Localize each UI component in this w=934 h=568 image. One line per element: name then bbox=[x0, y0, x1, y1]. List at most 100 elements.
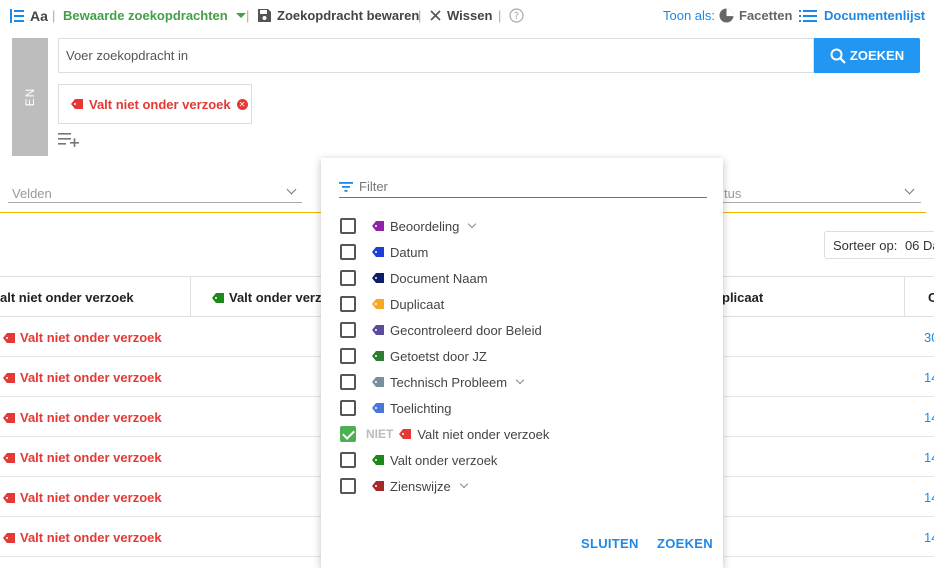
sort-label: Sorteer op: bbox=[833, 238, 898, 253]
row-tag-cell: Valt niet onder verzoek bbox=[3, 450, 162, 465]
save-search-button[interactable]: Zoekopdracht bewaren bbox=[258, 8, 419, 23]
svg-text:?: ? bbox=[514, 11, 519, 22]
column-header[interactable]: plicaat bbox=[722, 290, 763, 305]
tag-icon bbox=[372, 273, 384, 283]
option-label: Technisch Probleem bbox=[390, 374, 508, 390]
tag-icon bbox=[372, 455, 384, 465]
column-header[interactable]: alt niet onder verzoek bbox=[0, 290, 134, 305]
tag-icon bbox=[3, 492, 15, 503]
tag-option[interactable]: Datum bbox=[340, 244, 428, 260]
tag-filter-panel: Filter Beoordeling Datum Document Naam Dupl… bbox=[321, 158, 723, 568]
status-label: tus bbox=[724, 186, 742, 201]
option-label: Datum bbox=[390, 244, 429, 260]
tag-icon bbox=[3, 372, 15, 383]
option-label: Toelichting bbox=[390, 400, 452, 416]
clear-button[interactable]: Wissen bbox=[430, 8, 492, 23]
option-checkbox[interactable] bbox=[340, 348, 356, 364]
tag-option[interactable]: Technisch Probleem bbox=[340, 374, 525, 390]
sort-select[interactable]: Sorteer op: 06 Da bbox=[824, 231, 934, 259]
status-select[interactable] bbox=[715, 183, 921, 203]
option-checkbox[interactable] bbox=[340, 400, 356, 416]
chevron-down-icon[interactable] bbox=[468, 219, 477, 229]
tag-icon bbox=[3, 412, 15, 423]
show-as-label: Toon als: bbox=[663, 8, 716, 23]
tag-option[interactable]: Gecontroleerd door Beleid bbox=[340, 322, 542, 338]
tag-option[interactable]: Zienswijze bbox=[340, 478, 468, 494]
language-label: EN bbox=[23, 87, 37, 107]
column-header[interactable]: C bbox=[928, 290, 934, 305]
tag-icon bbox=[372, 247, 384, 257]
row-number-link[interactable]: 30 bbox=[924, 330, 934, 345]
tag-icon bbox=[212, 292, 224, 303]
help-button[interactable]: ? bbox=[509, 8, 524, 23]
option-checkbox[interactable] bbox=[340, 322, 356, 338]
tag-option[interactable]: Valt onder verzoek bbox=[340, 452, 497, 468]
tag-icon bbox=[3, 532, 15, 543]
saved-searches-dropdown[interactable]: Bewaarde zoekopdrachten bbox=[63, 8, 247, 23]
list-format-icon bbox=[10, 9, 24, 23]
option-label: Valt niet onder verzoek bbox=[417, 426, 550, 442]
tag-option[interactable]: Document Naam bbox=[340, 270, 488, 286]
top-toolbar: Aa | Bewaarde zoekopdrachten | Zoekopdra… bbox=[0, 0, 934, 32]
row-number-link[interactable]: 14 bbox=[924, 450, 934, 465]
tag-option[interactable]: NIET Valt niet onder verzoek bbox=[340, 426, 549, 442]
save-search-label: Zoekopdracht bewaren bbox=[277, 8, 420, 23]
row-number-link[interactable]: 14 bbox=[924, 370, 934, 385]
option-checkbox[interactable] bbox=[340, 426, 356, 442]
search-input[interactable]: Voer zoekopdracht in bbox=[58, 38, 814, 73]
list-icon bbox=[799, 9, 817, 22]
tag-icon bbox=[372, 325, 384, 335]
row-tag-label: Valt niet onder verzoek bbox=[20, 530, 162, 545]
option-checkbox[interactable] bbox=[340, 270, 356, 286]
remove-chip-icon[interactable]: ✕ bbox=[236, 98, 248, 110]
option-checkbox[interactable] bbox=[340, 296, 356, 312]
option-label: Duplicaat bbox=[390, 296, 445, 312]
chevron-down-icon[interactable] bbox=[459, 479, 468, 489]
column-header-label: Valt onder verzo bbox=[229, 290, 330, 305]
tag-icon bbox=[71, 99, 83, 109]
option-checkbox[interactable] bbox=[340, 452, 356, 468]
column-divider bbox=[190, 277, 191, 317]
close-button[interactable]: SLUITEN bbox=[581, 536, 639, 551]
clear-label: Wissen bbox=[447, 8, 493, 23]
option-checkbox[interactable] bbox=[340, 218, 356, 234]
filter-placeholder: Filter bbox=[359, 179, 388, 194]
help-circle-icon: ? bbox=[509, 8, 524, 23]
floppy-disk-icon bbox=[258, 9, 271, 22]
column-header[interactable]: Valt onder verzo bbox=[212, 290, 329, 305]
option-label: Gecontroleerd door Beleid bbox=[390, 322, 542, 338]
option-checkbox[interactable] bbox=[340, 374, 356, 390]
search-button[interactable]: ZOEKEN bbox=[814, 38, 920, 73]
row-number-link[interactable]: 14 bbox=[924, 530, 934, 545]
tag-icon bbox=[3, 452, 15, 463]
language-toggle[interactable]: EN bbox=[12, 38, 48, 156]
separator: | bbox=[498, 8, 502, 23]
chevron-down-icon[interactable] bbox=[515, 375, 525, 385]
tag-icon bbox=[372, 299, 384, 309]
filter-icon bbox=[339, 181, 353, 192]
tag-icon bbox=[372, 377, 384, 387]
separator: | bbox=[246, 8, 250, 23]
tag-option[interactable]: Duplicaat bbox=[340, 296, 444, 312]
add-query-row-button[interactable] bbox=[58, 131, 80, 150]
text-mode-toggle[interactable]: Aa bbox=[10, 8, 48, 24]
option-checkbox[interactable] bbox=[340, 478, 356, 494]
active-filter-chip[interactable]: Valt niet onder verzoek ✕ bbox=[58, 84, 252, 124]
facets-view-button[interactable]: Facetten bbox=[719, 8, 792, 23]
document-list-view-button[interactable]: Documentenlijst bbox=[799, 8, 925, 23]
tag-option[interactable]: Getoetst door JZ bbox=[340, 348, 487, 364]
not-operator-label[interactable]: NIET bbox=[366, 427, 393, 441]
separator: | bbox=[418, 8, 422, 23]
sort-value: 06 Da bbox=[904, 238, 934, 253]
tag-option[interactable]: Toelichting bbox=[340, 400, 451, 416]
panel-filter-input[interactable]: Filter bbox=[339, 176, 707, 198]
panel-search-button[interactable]: ZOEKEN bbox=[657, 536, 713, 551]
row-number-link[interactable]: 14 bbox=[924, 490, 934, 505]
row-number-link[interactable]: 14 bbox=[924, 410, 934, 425]
fields-select[interactable] bbox=[8, 183, 302, 203]
tag-option[interactable]: Beoordeling bbox=[340, 218, 477, 234]
chip-label: Valt niet onder verzoek bbox=[89, 96, 231, 112]
fields-label: Velden bbox=[12, 186, 52, 201]
option-checkbox[interactable] bbox=[340, 244, 356, 260]
playlist-add-icon bbox=[58, 133, 79, 148]
